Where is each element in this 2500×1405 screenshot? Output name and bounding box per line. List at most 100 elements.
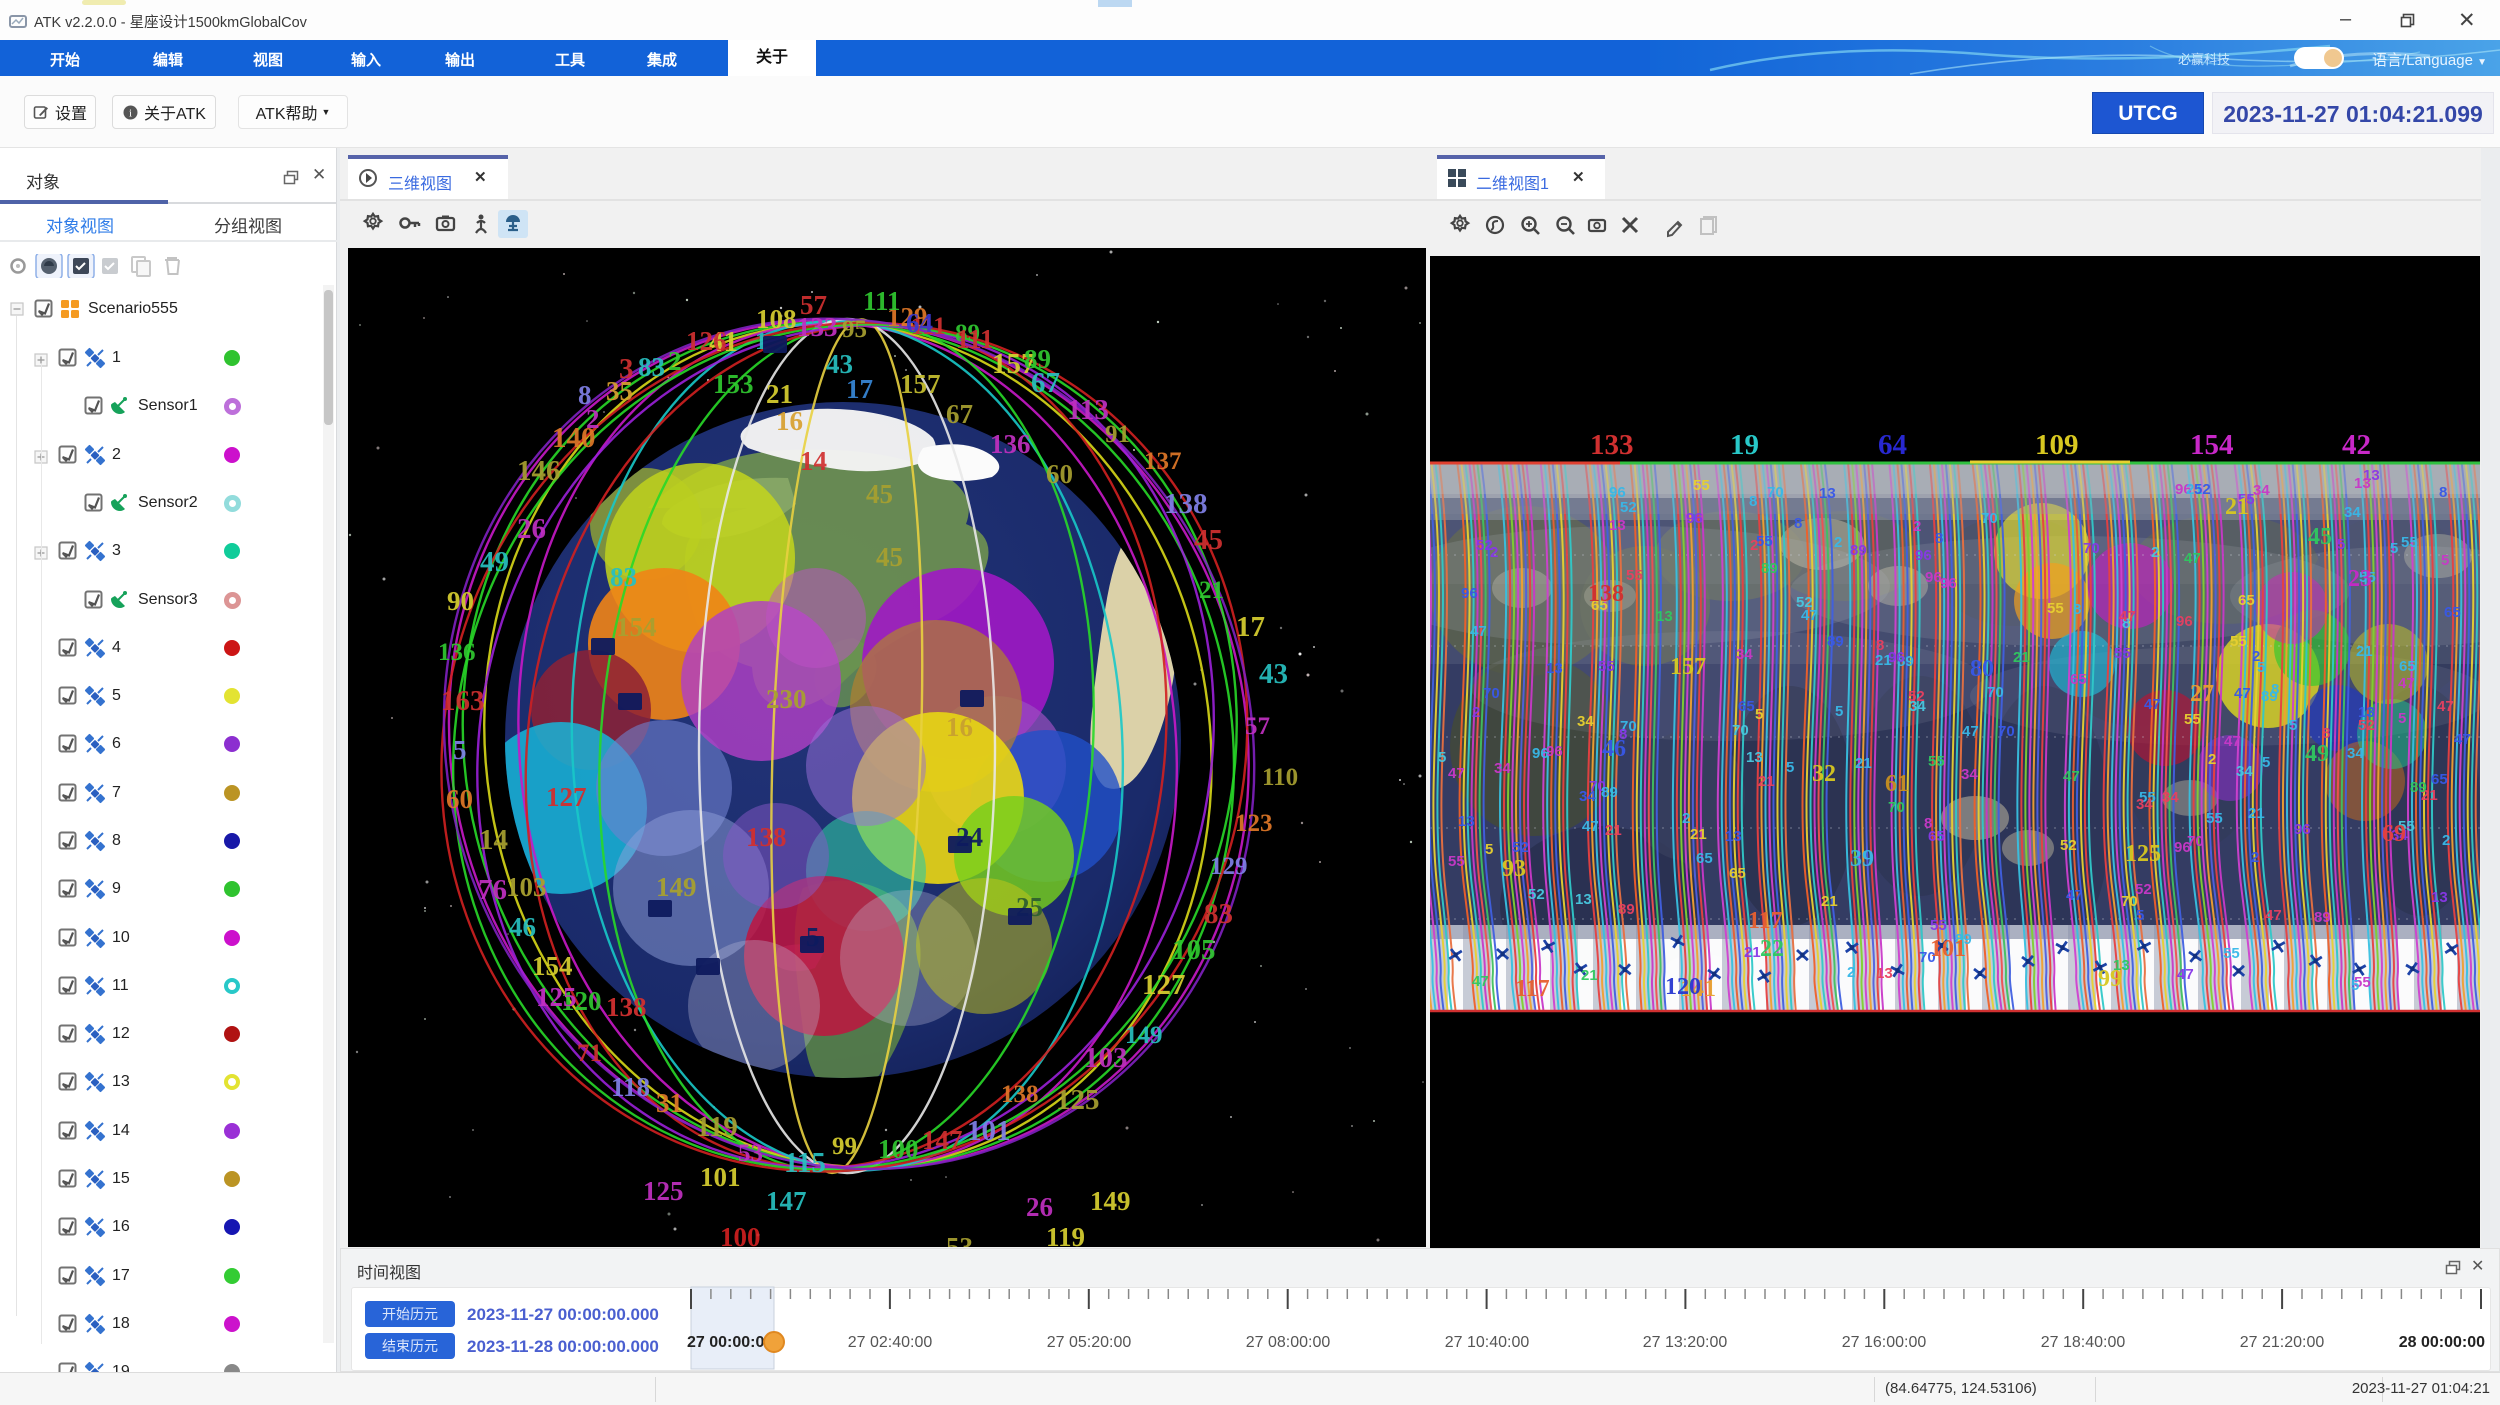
svg-text:103: 103 xyxy=(1084,1042,1128,1074)
svg-text:5: 5 xyxy=(2337,536,2345,553)
svg-text:70: 70 xyxy=(1888,799,1905,816)
svg-text:52: 52 xyxy=(2135,881,2152,898)
svg-text:2: 2 xyxy=(586,404,600,434)
svg-text:28 00:00:00: 28 00:00:00 xyxy=(2399,1334,2485,1351)
svg-text:89: 89 xyxy=(2410,779,2427,796)
svg-text:21: 21 xyxy=(1875,652,1892,669)
svg-text:26: 26 xyxy=(517,513,546,545)
svg-text:55: 55 xyxy=(1626,567,1643,584)
svg-text:119: 119 xyxy=(696,1111,738,1143)
svg-text:52: 52 xyxy=(1512,839,1529,856)
svg-text:70: 70 xyxy=(1981,510,1998,527)
svg-text:89: 89 xyxy=(1601,784,1618,801)
svg-text:138: 138 xyxy=(1164,488,1208,520)
svg-text:5: 5 xyxy=(2441,552,2449,569)
svg-text:89: 89 xyxy=(2314,909,2331,926)
svg-text:8: 8 xyxy=(2439,484,2447,501)
svg-text:70: 70 xyxy=(1767,484,1784,501)
svg-text:53: 53 xyxy=(738,1140,763,1167)
svg-text:31: 31 xyxy=(656,1088,683,1118)
svg-text:99: 99 xyxy=(832,1133,857,1160)
svg-text:149: 149 xyxy=(1125,1022,1163,1049)
svg-text:2: 2 xyxy=(1750,537,1758,554)
svg-text:65: 65 xyxy=(2070,671,2087,688)
svg-text:14: 14 xyxy=(800,446,827,476)
svg-text:125: 125 xyxy=(1056,1084,1100,1116)
svg-text:105: 105 xyxy=(1172,934,1216,966)
svg-text:47: 47 xyxy=(2437,698,2454,715)
svg-text:27: 27 xyxy=(2190,681,2214,707)
svg-text:8: 8 xyxy=(1935,530,1943,547)
svg-text:5: 5 xyxy=(1438,749,1446,766)
svg-text:55: 55 xyxy=(2230,633,2247,650)
svg-text:53: 53 xyxy=(946,1232,973,1247)
svg-text:8: 8 xyxy=(2271,681,2279,698)
svg-text:55: 55 xyxy=(1448,853,1465,870)
svg-text:5: 5 xyxy=(2262,754,2270,771)
svg-text:2: 2 xyxy=(2208,751,2216,768)
svg-text:23: 23 xyxy=(2348,566,2372,592)
svg-text:149: 149 xyxy=(656,872,697,902)
svg-text:17: 17 xyxy=(1236,611,1265,643)
svg-text:147: 147 xyxy=(766,1186,807,1216)
svg-text:55: 55 xyxy=(1693,477,1710,494)
svg-text:13: 13 xyxy=(1876,965,1893,982)
svg-text:34: 34 xyxy=(1736,646,1753,663)
svg-text:70: 70 xyxy=(1998,723,2015,740)
svg-text:123: 123 xyxy=(1235,810,1273,837)
svg-text:55: 55 xyxy=(2047,600,2064,617)
svg-text:90: 90 xyxy=(447,586,474,616)
svg-text:8: 8 xyxy=(1876,637,1884,654)
svg-text:111: 111 xyxy=(863,286,901,316)
svg-text:138: 138 xyxy=(746,822,787,852)
svg-text:137: 137 xyxy=(1144,448,1182,475)
svg-text:80: 80 xyxy=(1970,656,1994,682)
svg-text:52: 52 xyxy=(1528,886,1545,903)
svg-text:55: 55 xyxy=(1928,753,1945,770)
svg-text:65: 65 xyxy=(2399,658,2416,675)
svg-text:21: 21 xyxy=(1690,826,1707,843)
svg-text:76: 76 xyxy=(478,874,507,906)
svg-text:34: 34 xyxy=(2162,789,2179,806)
svg-text:125: 125 xyxy=(643,1176,684,1206)
svg-text:101: 101 xyxy=(967,1115,1011,1147)
svg-text:27 16:00:00: 27 16:00:00 xyxy=(1842,1334,1927,1351)
svg-text:17: 17 xyxy=(846,374,873,404)
svg-text:47: 47 xyxy=(2066,887,2083,904)
svg-text:117: 117 xyxy=(1515,976,1550,1002)
svg-text:47: 47 xyxy=(1582,818,1599,835)
svg-text:96: 96 xyxy=(1461,585,1478,602)
svg-text:5: 5 xyxy=(2390,540,2398,557)
svg-text:35: 35 xyxy=(606,376,633,406)
svg-text:13: 13 xyxy=(1746,749,1763,766)
svg-text:13: 13 xyxy=(1819,485,1836,502)
svg-text:5: 5 xyxy=(2351,977,2359,994)
svg-text:13: 13 xyxy=(2431,889,2448,906)
svg-text:70: 70 xyxy=(1732,722,1749,739)
svg-text:96: 96 xyxy=(1915,547,1932,564)
svg-text:108: 108 xyxy=(756,304,797,334)
svg-text:2: 2 xyxy=(1472,704,1480,721)
svg-text:34: 34 xyxy=(2344,504,2361,521)
svg-text:46: 46 xyxy=(509,912,536,942)
svg-text:118: 118 xyxy=(611,1072,650,1102)
svg-text:34: 34 xyxy=(1494,760,1511,777)
svg-text:8: 8 xyxy=(1749,493,1757,510)
svg-text:117: 117 xyxy=(1748,908,1783,934)
svg-text:5: 5 xyxy=(1835,703,1843,720)
svg-text:27 05:20:00: 27 05:20:00 xyxy=(1047,1334,1132,1351)
svg-text:61: 61 xyxy=(1885,771,1909,797)
svg-text:52: 52 xyxy=(1620,499,1637,516)
svg-text:70: 70 xyxy=(2083,540,2100,557)
svg-text:47: 47 xyxy=(2177,966,2194,983)
svg-text:127: 127 xyxy=(1142,969,1186,1001)
svg-text:13: 13 xyxy=(2354,475,2371,492)
svg-text:100: 100 xyxy=(720,1222,761,1247)
svg-text:65: 65 xyxy=(1729,865,1746,882)
svg-text:5: 5 xyxy=(2257,659,2265,676)
svg-text:57: 57 xyxy=(800,290,827,320)
svg-text:8: 8 xyxy=(2073,601,2081,618)
svg-text:19: 19 xyxy=(1730,429,1759,461)
svg-text:8: 8 xyxy=(1924,815,1932,832)
svg-text:16: 16 xyxy=(776,406,803,436)
